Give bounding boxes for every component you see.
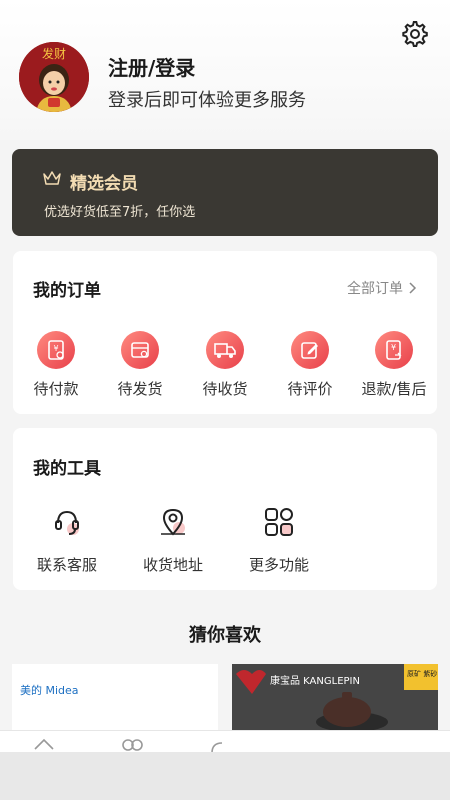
bottom-system-area xyxy=(0,752,450,800)
order-pending-review[interactable]: 待评价 xyxy=(270,331,350,399)
tool-label: 联系客服 xyxy=(36,556,97,574)
tool-label: 更多功能 xyxy=(248,556,309,574)
crown-icon xyxy=(43,171,61,185)
tools-title: 我的工具 xyxy=(33,459,101,479)
orders-card: 我的订单 全部订单 ¥ 待付款 待发货 待收货 待评价 ¥ 退款/售后 xyxy=(13,251,437,414)
vip-subtitle: 优选好货低至7折，任你选 xyxy=(44,205,196,220)
order-label: 待收货 xyxy=(202,380,248,398)
login-title[interactable]: 注册/登录 xyxy=(108,52,195,81)
order-refund-aftersale[interactable]: ¥ 退款/售后 xyxy=(354,331,434,399)
category-icon[interactable] xyxy=(120,737,144,753)
all-orders-link[interactable]: 全部订单 xyxy=(347,278,417,298)
order-pending-payment[interactable]: ¥ 待付款 xyxy=(16,331,96,399)
bottom-tab-bar xyxy=(0,730,450,753)
yen-card-icon: ¥ xyxy=(37,331,75,369)
home-icon[interactable] xyxy=(32,737,56,753)
location-pin-icon xyxy=(161,508,185,536)
all-orders-label: 全部订单 xyxy=(347,281,403,297)
edit-icon xyxy=(291,331,329,369)
product-card[interactable]: 康宝品 KANGLEPIN 原矿 紫砂 xyxy=(232,664,438,732)
product-image: 康宝品 KANGLEPIN 原矿 紫砂 xyxy=(232,664,438,732)
tool-more-functions[interactable]: 更多功能 xyxy=(231,504,327,575)
grid-apps-icon xyxy=(265,508,293,536)
tool-shipping-address[interactable]: 收货地址 xyxy=(125,504,221,575)
tool-customer-service[interactable]: 联系客服 xyxy=(19,504,115,575)
settings-gear-icon[interactable] xyxy=(400,19,430,49)
product-card[interactable]: 美的 Midea xyxy=(12,664,218,732)
tools-card: 我的工具 联系客服 收货地址 更多功能 xyxy=(13,428,437,590)
vip-title: 精选会员 xyxy=(70,174,138,194)
svg-text:¥: ¥ xyxy=(53,344,58,353)
orders-title: 我的订单 xyxy=(33,281,101,301)
order-label: 退款/售后 xyxy=(361,380,427,398)
brand-logo: 美的 Midea xyxy=(20,684,79,697)
order-label: 待评价 xyxy=(287,380,333,398)
recommend-title: 猜你喜欢 xyxy=(189,625,261,646)
vip-membership-banner[interactable]: 精选会员 优选好货低至7折，任你选 xyxy=(12,149,438,236)
chevron-right-icon xyxy=(409,282,417,294)
headset-icon xyxy=(55,510,79,535)
truck-icon xyxy=(206,331,244,369)
order-label: 待付款 xyxy=(33,380,79,398)
order-pending-receipt[interactable]: 待收货 xyxy=(185,331,265,399)
product-tag-text: 原矿 紫砂 xyxy=(407,669,437,678)
login-subtitle: 登录后即可体验更多服务 xyxy=(108,90,306,111)
product-brand-text: 康宝品 KANGLEPIN xyxy=(270,674,360,687)
avatar[interactable]: 发财 xyxy=(19,42,89,112)
discover-icon[interactable] xyxy=(208,737,232,753)
box-icon xyxy=(121,331,159,369)
order-label: 待发货 xyxy=(117,380,163,398)
avatar-text: 发财 xyxy=(42,46,66,61)
svg-text:¥: ¥ xyxy=(391,343,396,352)
order-pending-shipment[interactable]: 待发货 xyxy=(100,331,180,399)
tool-label: 收货地址 xyxy=(142,556,203,574)
refund-icon: ¥ xyxy=(375,331,413,369)
